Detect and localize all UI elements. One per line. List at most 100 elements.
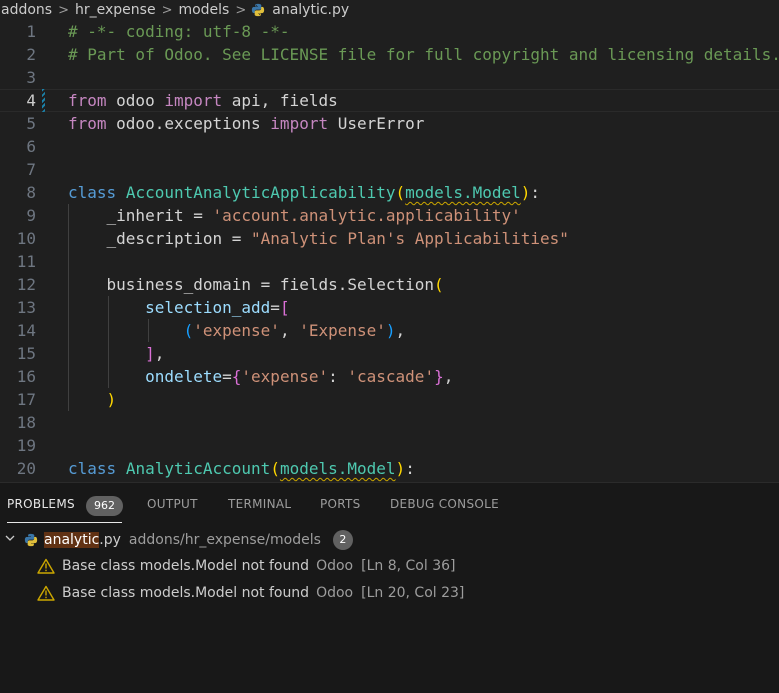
warning-icon — [37, 558, 55, 574]
problem-file-name: analytic.py — [44, 532, 121, 548]
tab-debug-console[interactable]: DEBUG CONSOLE — [390, 497, 499, 511]
code-token: AccountAnalyticApplicability — [125, 183, 396, 202]
code-text: # -*- coding: utf-8 -*- — [68, 20, 290, 43]
code-token: ) — [395, 459, 406, 478]
git-modified-indicator[interactable] — [42, 89, 45, 112]
code-token: ondelete — [145, 367, 223, 386]
code-line[interactable]: 5 from odoo.exceptions import UserError — [0, 112, 779, 135]
code-token: : — [405, 459, 415, 478]
code-line[interactable]: 19 — [0, 434, 779, 457]
code-token: _description = — [68, 229, 252, 248]
tab-terminal[interactable]: TERMINAL — [228, 497, 291, 511]
chevron-right-icon: > — [235, 2, 247, 18]
code-line[interactable]: 20 class AnalyticAccount(models.Model): — [0, 457, 779, 480]
code-text: # Part of Odoo. See LICENSE file for ful… — [68, 43, 779, 66]
line-number: 15 — [16, 344, 36, 363]
code-line[interactable]: 17 ) — [0, 388, 779, 411]
breadcrumb-item-models[interactable]: models — [177, 2, 230, 18]
code-line[interactable]: 3 — [0, 66, 779, 89]
code-line[interactable]: 14 ('expense', 'Expense'), — [0, 319, 779, 342]
problem-file-count: 2 — [332, 530, 353, 550]
code-editor[interactable]: 1 # -*- coding: utf-8 -*- 2 # Part of Odoo.… — [0, 20, 779, 482]
code-token: 'expense' — [241, 367, 329, 386]
code-token: : — [530, 183, 541, 202]
code-token: business_domain = fields.Selection — [68, 275, 435, 294]
line-number: 20 — [16, 459, 36, 478]
tab-ports[interactable]: PORTS — [320, 497, 361, 511]
code-line[interactable]: 9 _inherit = 'account.analytic.applicabi… — [0, 204, 779, 227]
line-number: 14 — [16, 321, 36, 340]
code-token: ] — [145, 344, 155, 363]
problem-location: [Ln 8, Col 36] — [361, 558, 456, 574]
code-token: 'cascade' — [347, 367, 435, 386]
code-line[interactable]: 8 class AccountAnalyticApplicability(mode… — [0, 181, 779, 204]
indent-guide — [148, 319, 149, 342]
code-line[interactable]: 6 — [0, 135, 779, 158]
code-token: , — [154, 344, 165, 363]
code-line[interactable]: 13 selection_add=[ — [0, 296, 779, 319]
code-text: _description = "Analytic Plan's Applicab… — [68, 227, 569, 250]
code-text: ], — [68, 342, 164, 365]
code-token: "Analytic Plan's Applicabilities" — [251, 229, 569, 248]
code-line[interactable]: 11 — [0, 250, 779, 273]
code-token: models.Model — [405, 183, 521, 202]
tab-output[interactable]: OUTPUT — [147, 497, 198, 511]
problem-row[interactable]: Base class models.Model not found Odoo [… — [0, 555, 779, 577]
problems-count-badge: 962 — [86, 496, 123, 516]
problem-message: Base class models.Model not found — [62, 585, 310, 601]
code-text: business_domain = fields.Selection( — [68, 273, 444, 296]
chevron-right-icon: > — [58, 2, 69, 18]
code-token: AnalyticAccount — [125, 459, 271, 478]
problem-file-path: addons/hr_expense/models — [128, 532, 321, 548]
line-number: 6 — [26, 137, 36, 156]
code-token: from — [68, 114, 107, 133]
panel-tabs: PROBLEMS 962 OUTPUT TERMINAL PORTS DEBUG… — [0, 483, 779, 527]
line-number: 9 — [26, 206, 36, 225]
code-token: ) — [106, 390, 117, 409]
problem-source: Odoo — [316, 558, 354, 574]
tab-problems[interactable]: PROBLEMS — [7, 497, 75, 511]
code-text: ondelete={'expense': 'cascade'}, — [68, 365, 453, 388]
indent-guide — [108, 296, 109, 388]
code-line[interactable]: 15 ], — [0, 342, 779, 365]
code-token: import — [164, 91, 223, 110]
code-token: odoo.exceptions — [106, 114, 271, 133]
code-token: 'Expense' — [299, 321, 386, 340]
code-token: class — [68, 183, 117, 202]
code-token: , — [443, 367, 454, 386]
line-number: 5 — [26, 114, 36, 133]
code-token: , — [395, 321, 406, 340]
code-line[interactable]: 16 ondelete={'expense': 'cascade'}, — [0, 365, 779, 388]
code-line[interactable]: 18 — [0, 411, 779, 434]
line-number: 10 — [16, 229, 36, 248]
problem-row[interactable]: Base class models.Model not found Odoo [… — [0, 582, 779, 604]
code-line[interactable]: 1 # -*- coding: utf-8 -*- — [0, 20, 779, 43]
code-text: class AccountAnalyticApplicability(model… — [68, 181, 540, 204]
code-line[interactable]: 12 business_domain = fields.Selection( — [0, 273, 779, 296]
python-file-icon — [252, 3, 265, 17]
code-text: ) — [68, 388, 117, 411]
code-token: ( — [434, 275, 444, 294]
code-token: api, fields — [222, 91, 338, 110]
code-line[interactable]: 4 from odoo import api, fields — [0, 89, 779, 112]
code-line[interactable]: 2 # Part of Odoo. See LICENSE file for fu… — [0, 43, 779, 66]
breadcrumb-item-addons[interactable]: addons — [0, 2, 53, 18]
line-number: 13 — [16, 298, 36, 317]
code-token: = — [222, 367, 232, 386]
breadcrumb-item-hr-expense[interactable]: hr_expense — [74, 2, 157, 18]
problem-file-group[interactable]: analytic.py addons/hr_expense/models 2 — [0, 529, 779, 551]
code-line[interactable]: 7 — [0, 158, 779, 181]
code-text: class AnalyticAccount(models.Model): — [68, 457, 415, 480]
chevron-down-icon[interactable] — [2, 532, 18, 548]
code-token: import — [270, 114, 329, 133]
code-line[interactable]: 10 _description = "Analytic Plan's Appli… — [0, 227, 779, 250]
code-token: # -*- coding: utf-8 -*- — [68, 22, 290, 41]
breadcrumb: addons > hr_expense > models > analytic.… — [0, 0, 779, 20]
breadcrumb-file[interactable]: analytic.py — [271, 2, 350, 18]
